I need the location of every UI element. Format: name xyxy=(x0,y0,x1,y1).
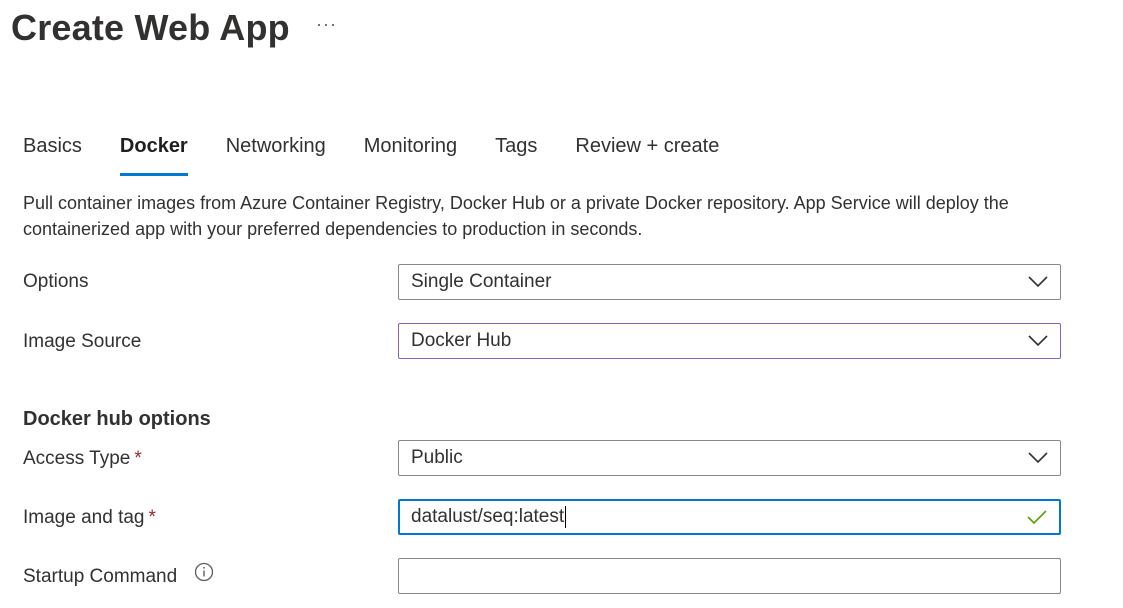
tab-networking[interactable]: Networking xyxy=(226,130,326,170)
image-source-dropdown[interactable]: Docker Hub xyxy=(398,323,1061,359)
info-icon[interactable] xyxy=(194,562,214,589)
image-tag-value: datalust/seq:latest xyxy=(411,505,1015,528)
docker-hub-options-heading: Docker hub options xyxy=(23,408,211,430)
access-type-label: Access Type * xyxy=(23,447,142,471)
access-type-value: Public xyxy=(411,447,463,468)
image-tag-label: Image and tag * xyxy=(23,506,156,530)
startup-command-input[interactable] xyxy=(398,558,1061,594)
image-source-label: Image Source xyxy=(23,331,142,352)
chevron-down-icon xyxy=(1016,441,1060,475)
required-marker: * xyxy=(148,507,156,528)
text-cursor xyxy=(565,505,567,528)
required-marker: * xyxy=(134,448,142,469)
tab-docker[interactable]: Docker xyxy=(119,130,188,176)
chevron-down-icon xyxy=(1016,265,1060,299)
image-tag-input[interactable]: datalust/seq:latest xyxy=(398,499,1061,535)
image-tag-text: datalust/seq:latest xyxy=(411,506,565,527)
image-tag-label-text: Image and tag xyxy=(23,507,145,528)
tab-review-create[interactable]: Review + create xyxy=(575,130,719,170)
startup-command-label-text: Startup Command xyxy=(23,566,178,588)
access-type-dropdown[interactable]: Public xyxy=(398,440,1061,476)
more-options-button[interactable]: ··· xyxy=(316,14,337,35)
tab-tags[interactable]: Tags xyxy=(495,130,537,170)
page-title: Create Web App xyxy=(11,7,290,48)
options-dropdown[interactable]: Single Container xyxy=(398,264,1061,300)
chevron-down-icon xyxy=(1016,324,1060,358)
startup-command-label: Startup Command xyxy=(23,562,214,589)
checkmark-icon xyxy=(1015,501,1059,533)
image-source-value: Docker Hub xyxy=(411,330,512,351)
options-label: Options xyxy=(23,271,89,292)
tab-basics[interactable]: Basics xyxy=(23,130,82,170)
tab-bar: Basics Docker Networking Monitoring Tags… xyxy=(23,130,757,176)
tab-monitoring[interactable]: Monitoring xyxy=(364,130,457,170)
options-value: Single Container xyxy=(411,271,552,292)
page-description: Pull container images from Azure Contain… xyxy=(23,193,1009,239)
access-type-label-text: Access Type xyxy=(23,448,131,469)
